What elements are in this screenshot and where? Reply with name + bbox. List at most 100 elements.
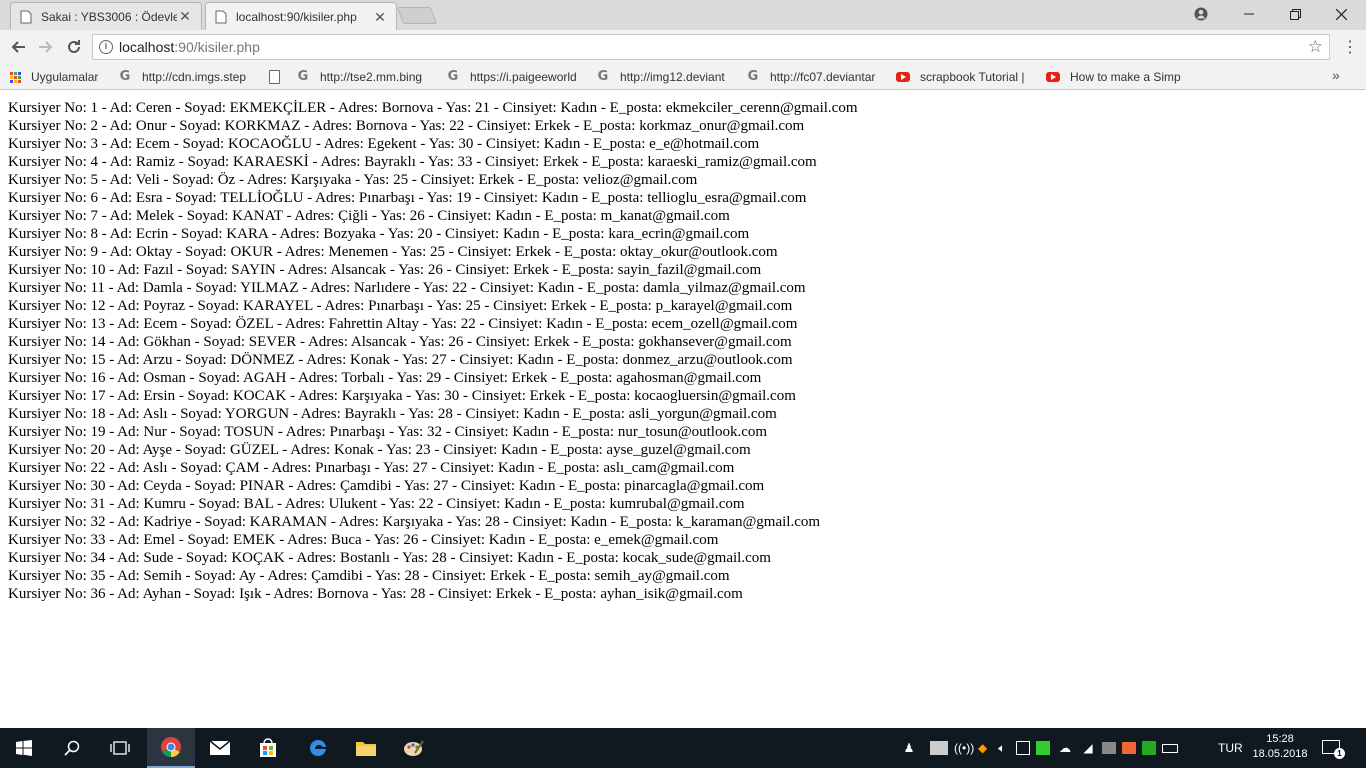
minimize-button[interactable] (1226, 0, 1272, 28)
clock-date: 18.05.2018 (1252, 748, 1308, 760)
chrome-taskbar-icon[interactable] (147, 728, 195, 768)
apps-grid-icon (10, 71, 21, 83)
close-window-button[interactable] (1318, 0, 1364, 28)
record-line: Kursiyer No: 33 - Ad: Emel - Soyad: EMEK… (8, 532, 719, 548)
cloud-icon[interactable]: ☁ (1056, 741, 1074, 755)
page-icon (20, 10, 32, 23)
bookmark-item[interactable]: G https://i.paigeeworld (446, 68, 584, 86)
info-icon[interactable]: i (99, 40, 113, 54)
app-green-icon[interactable] (1036, 741, 1050, 755)
network-wireless-icon[interactable]: ((•)) (954, 741, 974, 755)
record-line: Kursiyer No: 10 - Ad: Fazıl - Soyad: SAY… (8, 262, 762, 278)
page-content: Kursiyer No: 1 - Ad: Ceren - Soyad: EKME… (8, 99, 1358, 603)
forward-button[interactable] (34, 35, 58, 59)
record-line: Kursiyer No: 1 - Ad: Ceren - Soyad: EKME… (8, 100, 858, 116)
bookmark-item[interactable]: G http://tse2.mm.bing (296, 68, 434, 86)
record-line: Kursiyer No: 5 - Ad: Veli - Soyad: Öz - … (8, 172, 698, 188)
edge-icon[interactable] (294, 728, 342, 768)
bookmark-label: https://i.paigeeworld (470, 70, 577, 84)
record-line: Kursiyer No: 7 - Ad: Melek - Soyad: KANA… (8, 208, 730, 224)
bookmark-star-icon[interactable]: ☆ (1308, 37, 1323, 57)
restore-button[interactable] (1272, 0, 1318, 28)
bookmark-item[interactable] (269, 68, 289, 86)
record-line: Kursiyer No: 20 - Ad: Ayşe - Soyad: GÜZE… (8, 442, 751, 458)
start-button[interactable] (0, 728, 48, 768)
store-icon[interactable] (244, 728, 292, 768)
record-line: Kursiyer No: 9 - Ad: Oktay - Soyad: OKUR… (8, 244, 778, 260)
bookmark-item[interactable]: G http://cdn.imgs.step (118, 68, 256, 86)
google-icon: G (747, 69, 759, 84)
profile-icon[interactable] (1178, 0, 1224, 28)
back-button[interactable] (6, 35, 30, 59)
record-line: Kursiyer No: 6 - Ad: Esra - Soyad: TELLİ… (8, 190, 807, 206)
windows-update-icon[interactable] (1016, 741, 1030, 755)
record-line: Kursiyer No: 8 - Ad: Ecrin - Soyad: KARA… (8, 226, 750, 242)
file-explorer-icon[interactable] (342, 728, 390, 768)
document-icon (269, 70, 280, 84)
close-tab-icon[interactable]: ✕ (177, 8, 193, 25)
record-line: Kursiyer No: 12 - Ad: Poyraz - Soyad: KA… (8, 298, 793, 314)
tray-app-icon[interactable] (930, 741, 948, 755)
google-icon: G (297, 69, 309, 84)
youtube-icon (1046, 72, 1060, 82)
record-line: Kursiyer No: 22 - Ad: Aslı - Soyad: ÇAM … (8, 460, 735, 476)
arrow-right-icon (39, 41, 53, 53)
search-icon[interactable] (48, 728, 96, 768)
tab-kisiler[interactable]: localhost:90/kisiler.php ✕ (205, 2, 397, 31)
record-line: Kursiyer No: 14 - Ad: Gökhan - Soyad: SE… (8, 334, 792, 350)
youtube-icon (896, 72, 910, 82)
bookmarks-overflow-icon[interactable]: » (1332, 67, 1340, 83)
tab-strip: Sakai : YBS3006 : Ödevler ✕ localhost:90… (0, 0, 1366, 31)
record-line: Kursiyer No: 11 - Ad: Damla - Soyad: YIL… (8, 280, 806, 296)
tab-title: localhost:90/kisiler.php (236, 10, 357, 24)
new-tab-button[interactable] (396, 7, 438, 24)
bookmark-item[interactable]: G http://fc07.deviantar (746, 68, 884, 86)
address-bar[interactable]: i localhost:90/kisiler.php ☆ (92, 34, 1330, 60)
green-check-icon[interactable] (1142, 741, 1156, 755)
url-path: :90/kisiler.php (174, 39, 260, 55)
tab-title: Sakai : YBS3006 : Ödevler (41, 9, 177, 24)
bookmark-label: scrapbook Tutorial | (920, 70, 1025, 84)
volume-icon[interactable]: 🔈︎ (994, 741, 1010, 756)
chrome-menu-icon[interactable]: ⋮ (1342, 37, 1358, 57)
paint-icon[interactable] (390, 728, 438, 768)
record-line: Kursiyer No: 19 - Ad: Nur - Soyad: TOSUN… (8, 424, 768, 440)
usb-drive-icon[interactable] (1102, 742, 1116, 754)
record-line: Kursiyer No: 36 - Ad: Ayhan - Soyad: Işı… (8, 586, 743, 602)
taskbar: ♟ ((•)) ◆ 🔈︎ ☁ ◢ TUR 15:28 18.05.2018 1 (0, 728, 1366, 768)
notification-badge: 1 (1334, 748, 1345, 759)
browser-toolbar: i localhost:90/kisiler.php ☆ (0, 30, 1366, 64)
bookmark-label: http://tse2.mm.bing (320, 70, 423, 84)
close-tab-icon[interactable]: ✕ (372, 9, 388, 26)
record-line: Kursiyer No: 2 - Ad: Onur - Soyad: KORKM… (8, 118, 805, 134)
bookmark-item[interactable]: How to make a Simp (1046, 68, 1182, 86)
record-line: Kursiyer No: 34 - Ad: Sude - Soyad: KOÇA… (8, 550, 771, 566)
record-line: Kursiyer No: 31 - Ad: Kumru - Soyad: BAL… (8, 496, 745, 512)
record-line: Kursiyer No: 32 - Ad: Kadriye - Soyad: K… (8, 514, 821, 530)
reload-button[interactable] (62, 35, 86, 59)
page-icon (215, 10, 227, 24)
alert-icon[interactable]: ◆ (978, 741, 988, 755)
task-view-icon[interactable] (96, 728, 144, 768)
bookmark-item[interactable]: G http://img12.deviant (596, 68, 734, 86)
orange-app-icon[interactable] (1122, 742, 1136, 754)
tab-sakai[interactable]: Sakai : YBS3006 : Ödevler ✕ (10, 2, 202, 30)
bookmark-item[interactable]: scrapbook Tutorial | (896, 68, 1034, 86)
bookmark-apps[interactable]: Uygulamalar (10, 68, 110, 86)
people-icon[interactable]: ♟ (898, 741, 920, 755)
bookmark-label: Uygulamalar (31, 70, 99, 84)
tray-icons: ((•)) ◆ 🔈︎ ☁ ◢ (930, 728, 1178, 768)
bookmark-label: http://img12.deviant (620, 70, 725, 84)
battery-icon[interactable] (1162, 743, 1178, 753)
clock[interactable]: 15:28 18.05.2018 (1252, 732, 1308, 762)
record-line: Kursiyer No: 3 - Ad: Ecem - Soyad: KOCAO… (8, 136, 760, 152)
mail-icon[interactable] (196, 728, 244, 768)
record-line: Kursiyer No: 4 - Ad: Ramiz - Soyad: KARA… (8, 154, 817, 170)
language-indicator[interactable]: TUR (1218, 728, 1243, 768)
windows-logo-icon (16, 740, 32, 756)
record-line: Kursiyer No: 16 - Ad: Osman - Soyad: AGA… (8, 370, 762, 386)
bookmark-label: How to make a Simp (1070, 70, 1181, 84)
record-line: Kursiyer No: 35 - Ad: Semih - Soyad: Ay … (8, 568, 730, 584)
wifi-icon[interactable]: ◢ (1080, 741, 1096, 755)
record-line: Kursiyer No: 17 - Ad: Ersin - Soyad: KOC… (8, 388, 796, 404)
